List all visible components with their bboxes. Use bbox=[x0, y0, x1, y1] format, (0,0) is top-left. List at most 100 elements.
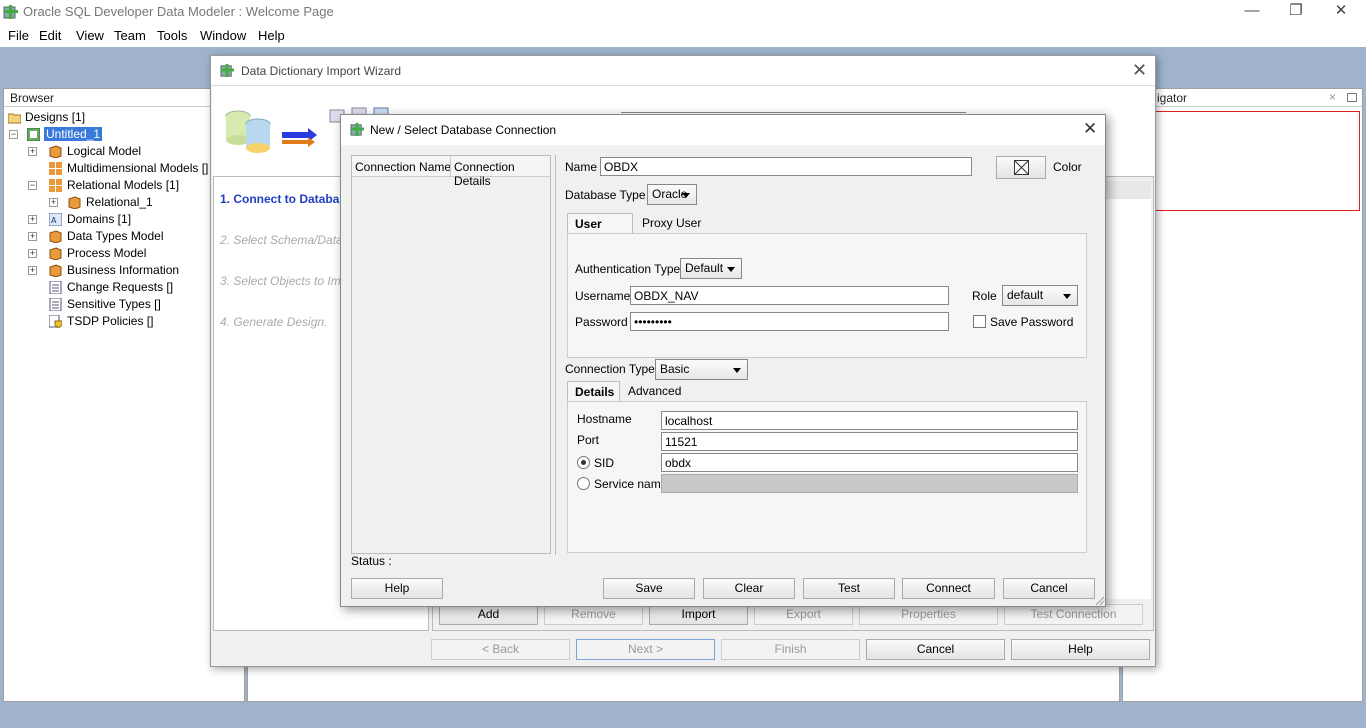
dialog-help-button[interactable]: Help bbox=[351, 578, 443, 599]
menu-bar: File Edit View Team Tools Window Help bbox=[0, 24, 1366, 47]
tree-label: Designs [1] bbox=[25, 110, 86, 124]
remove-button[interactable]: Remove bbox=[544, 604, 643, 625]
expand-icon[interactable]: + bbox=[28, 147, 37, 156]
tree-item-change-requests[interactable]: Change Requests [] bbox=[49, 279, 173, 296]
browser-header: Browser× bbox=[4, 89, 244, 107]
test-button[interactable]: Test bbox=[803, 578, 895, 599]
service-name-radio[interactable] bbox=[577, 477, 590, 490]
tab-advanced[interactable]: Advanced bbox=[621, 381, 688, 402]
collapse-icon[interactable]: − bbox=[28, 181, 37, 190]
clear-button[interactable]: Clear bbox=[703, 578, 795, 599]
menu-view[interactable]: View bbox=[76, 28, 104, 43]
password-input[interactable]: ••••••••• bbox=[630, 312, 949, 331]
menu-file[interactable]: File bbox=[8, 28, 29, 43]
tree-item-untitled[interactable]: Untitled_1 bbox=[27, 126, 103, 143]
username-input[interactable]: OBDX_NAV bbox=[630, 286, 949, 305]
tree-item-business-info[interactable]: Business Information bbox=[49, 262, 179, 279]
tree-item-sensitive-types[interactable]: Sensitive Types [] bbox=[49, 296, 161, 313]
add-button[interactable]: Add bbox=[439, 604, 538, 625]
name-input[interactable]: OBDX bbox=[600, 157, 972, 176]
tree-item-tsdp-policies[interactable]: TSDP Policies [] bbox=[49, 313, 153, 330]
navigator-viewport[interactable] bbox=[1155, 111, 1360, 211]
save-password-checkbox[interactable] bbox=[973, 315, 986, 328]
import-button[interactable]: Import bbox=[649, 604, 748, 625]
grid-model-icon bbox=[49, 179, 62, 192]
back-button[interactable]: < Back bbox=[431, 639, 570, 660]
split-divider[interactable] bbox=[555, 155, 556, 555]
collapse-icon[interactable]: − bbox=[9, 130, 18, 139]
menu-edit[interactable]: Edit bbox=[39, 28, 61, 43]
wizard-help-button[interactable]: Help bbox=[1011, 639, 1150, 660]
wizard-title-bar: Data Dictionary Import Wizard ✕ bbox=[211, 56, 1155, 86]
app-icon bbox=[3, 5, 18, 19]
dialog-cancel-button[interactable]: Cancel bbox=[1003, 578, 1095, 599]
tree-label: Sensitive Types [] bbox=[67, 297, 161, 311]
tree-item-process-model[interactable]: Process Model bbox=[49, 245, 146, 262]
wizard-close-icon[interactable]: ✕ bbox=[1132, 60, 1147, 81]
sid-radio[interactable] bbox=[577, 456, 590, 469]
test-connection-button[interactable]: Test Connection bbox=[1004, 604, 1143, 625]
close-window-icon[interactable]: ✕ bbox=[1326, 2, 1356, 22]
connections-table[interactable] bbox=[1105, 199, 1151, 599]
tree-label: Business Information bbox=[67, 263, 180, 277]
sid-input[interactable]: obdx bbox=[661, 453, 1078, 472]
finish-button[interactable]: Finish bbox=[721, 639, 860, 660]
step-4: 4. Generate Design. bbox=[220, 315, 328, 329]
tab-user-info[interactable]: User Info bbox=[567, 213, 633, 245]
svg-text:A: A bbox=[51, 216, 57, 225]
tree-item-data-types[interactable]: Data Types Model bbox=[49, 228, 164, 245]
tree-item-multidimensional[interactable]: Multidimensional Models [] bbox=[49, 160, 208, 177]
port-input[interactable]: 11521 bbox=[661, 432, 1078, 451]
expand-icon[interactable]: + bbox=[49, 198, 58, 207]
tab-details[interactable]: Details bbox=[567, 381, 620, 402]
col-divider bbox=[450, 156, 451, 177]
menu-help[interactable]: Help bbox=[258, 28, 285, 43]
database-type-label: Database Type bbox=[565, 188, 646, 202]
connect-button[interactable]: Connect bbox=[902, 578, 995, 599]
menu-team[interactable]: Team bbox=[114, 28, 146, 43]
next-button[interactable]: Next > bbox=[576, 639, 715, 660]
tree-label: Multidimensional Models [] bbox=[67, 161, 209, 175]
tree-item-designs[interactable]: Designs [1] bbox=[8, 109, 85, 126]
wizard-title: Data Dictionary Import Wizard bbox=[241, 64, 402, 78]
resize-grip-icon[interactable] bbox=[1095, 596, 1105, 606]
connection-list[interactable]: Connection Name Connection Details bbox=[351, 155, 551, 554]
dialog-close-icon[interactable]: ✕ bbox=[1083, 119, 1097, 139]
tree-item-relational-1[interactable]: Relational_1 bbox=[68, 194, 153, 211]
tree-label: Relational Models [1] bbox=[67, 178, 180, 192]
connection-list-header: Connection Name Connection Details bbox=[352, 156, 550, 188]
col-connection-name[interactable]: Connection Name bbox=[355, 160, 451, 174]
browser-panel: Browser× Designs [1] − Untitled_1 + Logi… bbox=[3, 88, 245, 702]
properties-button[interactable]: Properties bbox=[859, 604, 998, 625]
role-select[interactable]: default bbox=[1002, 285, 1078, 306]
cube-icon bbox=[49, 145, 62, 158]
auth-type-select[interactable]: Default bbox=[680, 258, 742, 279]
menu-tools[interactable]: Tools bbox=[157, 28, 187, 43]
cube-icon bbox=[68, 196, 81, 209]
color-button[interactable] bbox=[996, 156, 1046, 179]
tree-item-logical-model[interactable]: Logical Model bbox=[49, 143, 141, 160]
tree-label: Untitled_1 bbox=[44, 127, 103, 141]
database-type-select[interactable]: Oracle bbox=[647, 184, 697, 205]
minimize-icon[interactable]: — bbox=[1237, 2, 1267, 22]
restore-icon[interactable]: ❐ bbox=[1281, 2, 1311, 22]
expand-icon[interactable]: + bbox=[28, 266, 37, 275]
col-connection-details[interactable]: Connection Details bbox=[454, 160, 550, 188]
tree-label: Relational_1 bbox=[86, 195, 153, 209]
step-1: 1. Connect to Databas bbox=[220, 192, 347, 206]
export-button[interactable]: Export bbox=[754, 604, 853, 625]
expand-icon[interactable]: + bbox=[28, 215, 37, 224]
menu-window[interactable]: Window bbox=[200, 28, 246, 43]
expand-icon[interactable]: + bbox=[28, 249, 37, 258]
navigator-minimize-icon[interactable] bbox=[1347, 93, 1357, 102]
save-button[interactable]: Save bbox=[603, 578, 695, 599]
tree-item-domains[interactable]: A Domains [1] bbox=[49, 211, 131, 228]
tab-proxy-user[interactable]: Proxy User bbox=[635, 213, 708, 234]
expand-icon[interactable]: + bbox=[28, 232, 37, 241]
navigator-close-icon[interactable]: × bbox=[1329, 90, 1336, 104]
connection-type-select[interactable]: Basic bbox=[655, 359, 748, 380]
navigator-panel: igator × bbox=[1122, 88, 1363, 702]
hostname-input[interactable]: localhost bbox=[661, 411, 1078, 430]
tree-item-relational-models[interactable]: Relational Models [1] bbox=[49, 177, 179, 194]
wizard-cancel-button[interactable]: Cancel bbox=[866, 639, 1005, 660]
